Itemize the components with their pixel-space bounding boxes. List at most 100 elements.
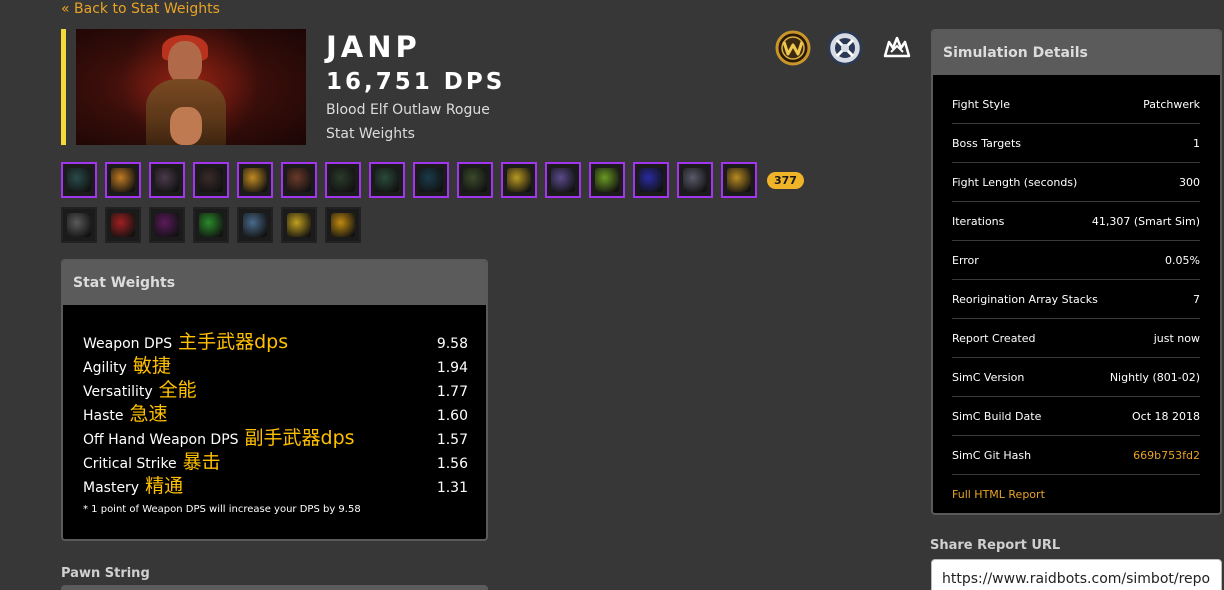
simulation-details-title: Simulation Details	[933, 31, 1220, 75]
sim-row: SimC Build Date Oct 18 2018	[952, 397, 1200, 436]
boots-icon[interactable]	[457, 162, 493, 198]
alliance-crest-icon[interactable]	[827, 30, 863, 66]
report-type-label: Stat Weights	[326, 126, 415, 142]
stat-translation-note: 暴击	[182, 451, 221, 473]
sim-row: SimC Git Hash 669b753fd2	[952, 436, 1200, 475]
sim-key: Report Created	[952, 331, 1036, 345]
character-name: JANP	[326, 30, 421, 64]
ring2-icon[interactable]	[545, 162, 581, 198]
stat-row: Versatility 全能 1.77	[83, 375, 468, 402]
character-description: Blood Elf Outlaw Rogue	[326, 102, 490, 118]
stat-label: Versatility	[83, 384, 153, 400]
sim-value: 1	[1193, 136, 1200, 150]
sim-row: Report Created just now	[952, 319, 1200, 358]
outlaw-spec-icon[interactable]	[879, 30, 915, 66]
trinket2-icon[interactable]	[633, 162, 669, 198]
chest-icon[interactable]	[193, 162, 229, 198]
traitdagger-icon[interactable]	[61, 207, 97, 243]
trait4-icon[interactable]	[193, 207, 229, 243]
sim-value: just now	[1153, 331, 1200, 345]
stat-translation-note: 精通	[145, 475, 184, 497]
stat-translation-note: 主手武器dps	[178, 331, 289, 353]
sim-row: SimC Version Nightly (801-02)	[952, 358, 1200, 397]
simulation-details-panel: Simulation Details Fight Style Patchwerk B…	[931, 29, 1222, 515]
sim-value: 7	[1193, 292, 1200, 306]
stat-translation-note: 急速	[129, 403, 168, 425]
wow-logo-icon[interactable]	[775, 30, 811, 66]
stat-label: Mastery	[83, 480, 140, 496]
git-hash-link[interactable]: 669b753fd2	[1133, 449, 1200, 462]
stat-weights-panel: Stat Weights Weapon DPS 主手武器dps 9.58 Agilit…	[61, 259, 488, 541]
shield-ring-icon[interactable]	[237, 162, 273, 198]
character-dps: 16,751 DPS	[326, 69, 506, 95]
share-url-field[interactable]	[931, 559, 1222, 590]
amulet-icon[interactable]	[105, 162, 141, 198]
stat-translation-note: 副手武器dps	[244, 427, 355, 449]
stat-label: Off Hand Weapon DPS	[83, 432, 239, 448]
stat-value: 9.58	[436, 336, 468, 352]
cloak-icon[interactable]	[281, 162, 317, 198]
sim-value: 300	[1179, 175, 1200, 189]
gear-row-equipment: 377	[61, 162, 804, 198]
sim-row-full-report: Full HTML Report	[952, 475, 1200, 513]
sim-key: Boss Targets	[952, 136, 1021, 150]
stat-weights-title: Stat Weights	[63, 261, 486, 305]
stat-translation-note: 敏捷	[132, 355, 171, 377]
stat-label: Agility	[83, 360, 127, 376]
trait6-icon[interactable]	[281, 207, 317, 243]
sim-key: SimC Version	[952, 370, 1025, 384]
belt-icon[interactable]	[369, 162, 405, 198]
gloves-icon[interactable]	[325, 162, 361, 198]
sim-key: Reorigination Array Stacks	[952, 292, 1098, 306]
stat-value: 1.94	[436, 360, 468, 376]
sim-key: Iterations	[952, 214, 1005, 228]
offhand-icon[interactable]	[721, 162, 757, 198]
trinket-icon[interactable]	[589, 162, 625, 198]
trait3-icon[interactable]	[149, 207, 185, 243]
sim-value: Oct 18 2018	[1131, 409, 1200, 423]
back-to-stat-weights-link[interactable]: « Back to Stat Weights	[61, 1, 220, 17]
sim-row: Fight Style Patchwerk	[952, 85, 1200, 124]
stat-value: 1.60	[436, 408, 468, 424]
shoulders-icon[interactable]	[149, 162, 185, 198]
weapon-icon[interactable]	[677, 162, 713, 198]
trait5-icon[interactable]	[237, 207, 273, 243]
stat-label: Weapon DPS	[83, 336, 173, 352]
header-accent-bar	[61, 29, 66, 145]
stat-value: 1.31	[436, 480, 468, 496]
helm-icon[interactable]	[61, 162, 97, 198]
item-level-badge: 377	[767, 171, 804, 189]
trait7-icon[interactable]	[325, 207, 361, 243]
sim-row: Iterations 41,307 (Smart Sim)	[952, 202, 1200, 241]
sim-key: Fight Length (seconds)	[952, 175, 1078, 189]
stat-row: Mastery 精通 1.31	[83, 471, 468, 498]
stat-value: 1.77	[436, 384, 468, 400]
sim-row: Boss Targets 1	[952, 124, 1200, 163]
sim-value: Patchwerk	[1143, 97, 1200, 111]
full-html-report-link[interactable]: Full HTML Report	[952, 488, 1045, 501]
sim-row: Reorigination Array Stacks 7	[952, 280, 1200, 319]
share-report-label: Share Report URL	[930, 538, 1061, 553]
legs-icon[interactable]	[413, 162, 449, 198]
trait2-icon[interactable]	[105, 207, 141, 243]
stat-translation-note: 全能	[158, 379, 197, 401]
gear-row-traits	[61, 207, 361, 243]
stat-row: Agility 敏捷 1.94	[83, 351, 468, 378]
stat-label: Haste	[83, 408, 124, 424]
sim-value: 0.05%	[1165, 253, 1200, 267]
sim-value: Nightly (801-02)	[1109, 370, 1200, 384]
sim-key: Error	[952, 253, 979, 267]
stat-value: 1.56	[436, 456, 468, 472]
character-portrait	[76, 29, 306, 145]
sim-key: SimC Git Hash	[952, 448, 1032, 462]
pawn-string-box	[61, 585, 488, 590]
stat-value: 1.57	[436, 432, 468, 448]
sim-row: Fight Length (seconds) 300	[952, 163, 1200, 202]
sim-row: Error 0.05%	[952, 241, 1200, 280]
ring-icon[interactable]	[501, 162, 537, 198]
stat-weights-footnote: * 1 point of Weapon DPS will increase yo…	[83, 504, 361, 515]
sim-value: 41,307 (Smart Sim)	[1091, 214, 1200, 228]
stat-row: Haste 急速 1.60	[83, 399, 468, 426]
sim-key: SimC Build Date	[952, 409, 1042, 423]
stat-label: Critical Strike	[83, 456, 177, 472]
